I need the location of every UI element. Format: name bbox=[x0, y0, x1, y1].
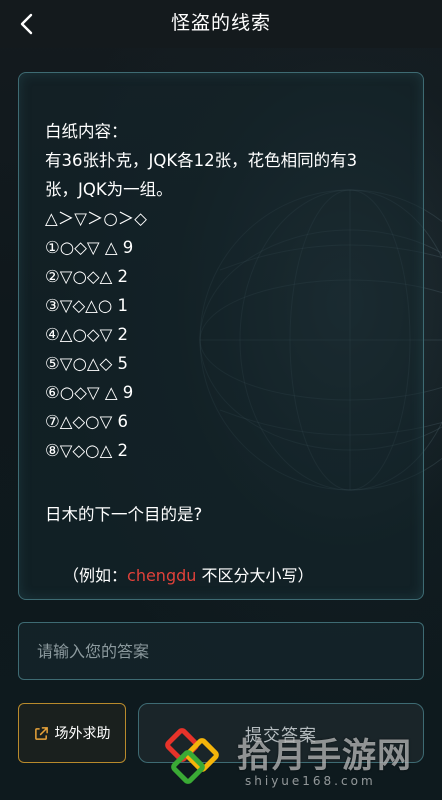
clue-line: 有36张扑克，JQK各12张，花色相同的有3 bbox=[45, 151, 358, 170]
clue-line: ⑧▽◇○△ 2 bbox=[45, 441, 128, 460]
page-title: 怪盗的线索 bbox=[170, 12, 271, 34]
example-suffix: 不区分大小写） bbox=[196, 566, 314, 585]
watermark-text: 拾月手游网 bbox=[237, 736, 412, 776]
clue-question: 日木的下一个目的是? bbox=[45, 505, 203, 524]
share-icon bbox=[34, 726, 48, 740]
answer-input[interactable] bbox=[18, 622, 424, 680]
clue-line: △＞▽＞○＞◇ bbox=[45, 209, 147, 228]
clue-line: ②▽○◇△ 2 bbox=[45, 267, 128, 286]
answer-example: （例如：chengdu 不区分大小写） bbox=[63, 561, 313, 590]
clue-line: ③▽◇△○ 1 bbox=[45, 296, 128, 315]
watermark: 拾月手游网 shiyue168.com bbox=[163, 720, 433, 800]
example-highlight: chengdu bbox=[127, 566, 197, 585]
clue-line: 张，JQK为一组。 bbox=[45, 180, 173, 199]
clue-line: ⑥○◇▽ △ 9 bbox=[45, 383, 134, 402]
clue-line: ④△○◇▽ 2 bbox=[45, 325, 128, 344]
clue-panel: 白纸内容： 有36张扑克，JQK各12张，花色相同的有3 张，JQK为一组。 △… bbox=[18, 72, 424, 600]
watermark-domain: shiyue168.com bbox=[245, 774, 376, 788]
clue-line: ①○◇▽ △ 9 bbox=[45, 238, 134, 257]
clue-line: ⑦△◇○▽ 6 bbox=[45, 412, 128, 431]
outside-help-button[interactable]: 场外求助 bbox=[18, 703, 126, 763]
screen: 怪盗的线索 白纸内容： 有36张扑克，JQK各12张，花色相同的有3 张，JQK… bbox=[0, 0, 442, 800]
clue-text: 白纸内容： 有36张扑克，JQK各12张，花色相同的有3 张，JQK为一组。 △… bbox=[45, 117, 405, 465]
watermark-logo bbox=[165, 728, 219, 784]
clue-line: ⑤▽○△◇ 5 bbox=[45, 354, 128, 373]
top-bar: 怪盗的线索 bbox=[0, 0, 442, 48]
help-button-label: 场外求助 bbox=[54, 726, 111, 742]
example-prefix: （例如： bbox=[63, 566, 128, 585]
clue-line: 白纸内容： bbox=[45, 122, 128, 141]
